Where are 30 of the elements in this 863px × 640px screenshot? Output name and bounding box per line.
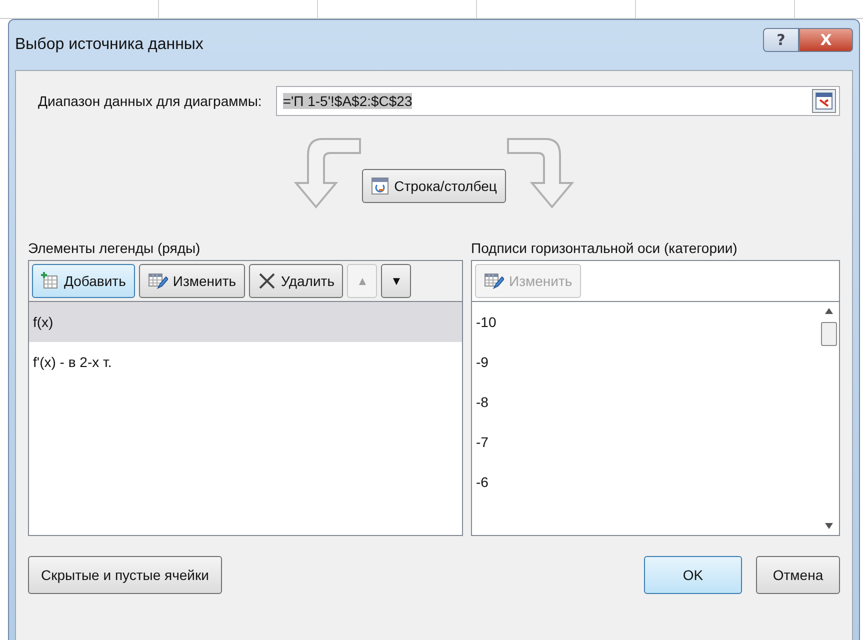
category-item[interactable]: -8	[472, 382, 819, 422]
scroll-thumb[interactable]	[821, 322, 837, 346]
help-button[interactable]: ?	[763, 28, 799, 52]
ok-button[interactable]: OK	[644, 556, 742, 594]
scroll-up-icon[interactable]	[825, 308, 833, 314]
collapse-dialog-icon[interactable]	[812, 89, 836, 113]
add-table-icon	[41, 272, 59, 290]
delete-button[interactable]: Удалить	[249, 264, 344, 298]
category-item[interactable]: -10	[472, 302, 819, 342]
edit-table-icon	[148, 272, 168, 290]
edit-button[interactable]: Изменить	[138, 264, 246, 298]
window-title: Выбор источника данных	[15, 36, 204, 54]
edit-table-icon	[484, 272, 504, 290]
hidden-cells-button[interactable]: Скрытые и пустые ячейки	[28, 556, 222, 594]
switch-row-column-button[interactable]: Строка/столбец	[362, 169, 506, 203]
category-item[interactable]: -9	[472, 342, 819, 382]
delete-x-icon	[258, 272, 276, 290]
categories-title: Подписи горизонтальной оси (категории)	[471, 239, 738, 258]
series-item[interactable]: f(x)	[29, 302, 462, 342]
category-item[interactable]: -6	[472, 462, 819, 502]
add-button[interactable]: Добавить	[32, 264, 135, 298]
legend-title: Элементы легенды (ряды)	[28, 239, 202, 258]
range-field[interactable]: ='П 1-5'!$A$2:$C$23	[276, 86, 840, 116]
down-button[interactable]: ▼	[381, 264, 412, 298]
cancel-button[interactable]: Отмена	[756, 556, 840, 594]
scroll-down-icon[interactable]	[825, 523, 833, 529]
category-item[interactable]: -7	[472, 422, 819, 462]
series-item[interactable]: f'(x) - в 2-х т.	[29, 342, 462, 382]
range-label: Диапазон данных для диаграммы:	[38, 93, 262, 109]
switch-icon	[371, 177, 390, 195]
